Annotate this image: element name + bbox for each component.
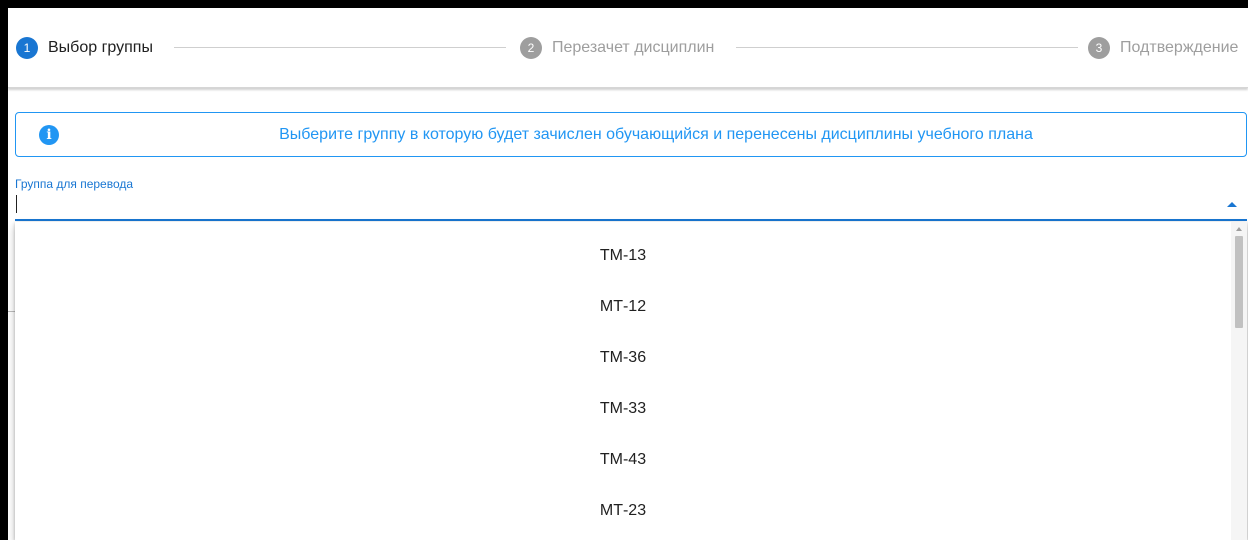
window-frame: 1 Выбор группы 2 Перезачет дисциплин 3 П… <box>0 0 1248 540</box>
info-alert-text: Выберите группу в которую будет зачислен… <box>279 126 1033 143</box>
group-option[interactable]: ТМ-13 <box>15 230 1231 281</box>
group-option[interactable]: ТМ-43 <box>15 434 1231 485</box>
group-select-input[interactable] <box>15 193 1247 221</box>
group-option[interactable]: МТ-23 <box>15 485 1231 536</box>
text-cursor <box>16 195 17 213</box>
background-divider <box>8 311 15 312</box>
step-2-label: Перезачет дисциплин <box>552 39 715 56</box>
scroll-up-arrow-icon[interactable] <box>1236 227 1242 231</box>
step-3-label: Подтверждение <box>1120 39 1239 56</box>
info-icon: i <box>39 125 59 145</box>
group-options-list: ТМ-13 МТ-12 ТМ-36 ТМ-33 ТМ-43 МТ-23 <box>15 230 1231 536</box>
scrollbar-thumb[interactable] <box>1235 236 1243 328</box>
group-option[interactable]: ТМ-36 <box>15 332 1231 383</box>
group-option[interactable]: ТМ-33 <box>15 383 1231 434</box>
step-3[interactable]: 3 Подтверждение <box>1088 37 1238 59</box>
stepper: 1 Выбор группы 2 Перезачет дисциплин 3 П… <box>8 8 1248 88</box>
step-2[interactable]: 2 Перезачет дисциплин <box>520 37 714 59</box>
step-1[interactable]: 1 Выбор группы <box>16 37 153 59</box>
group-option[interactable]: МТ-12 <box>15 281 1231 332</box>
dropdown-scrollbar[interactable] <box>1231 222 1247 540</box>
group-select-label: Группа для перевода <box>15 177 134 191</box>
step-connector <box>174 47 506 48</box>
step-connector <box>736 47 1078 48</box>
group-select-dropdown: ТМ-13 МТ-12 ТМ-36 ТМ-33 ТМ-43 МТ-23 <box>15 222 1247 540</box>
step-1-label: Выбор группы <box>48 39 153 56</box>
group-select-underline <box>15 219 1247 221</box>
dropdown-arrow-up-icon[interactable] <box>1227 202 1237 207</box>
info-alert: i Выберите группу в которую будет зачисл… <box>15 112 1247 157</box>
step-1-number-icon: 1 <box>16 37 38 59</box>
step-2-number-icon: 2 <box>520 37 542 59</box>
frame-border-left <box>0 0 8 540</box>
step-3-number-icon: 3 <box>1088 37 1110 59</box>
frame-border-top <box>0 0 1248 8</box>
